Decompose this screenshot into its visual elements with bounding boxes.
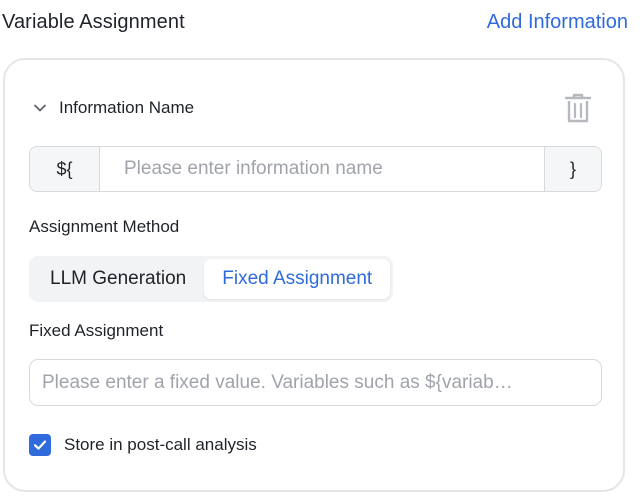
information-name-field: ${ }: [29, 146, 602, 192]
trash-icon[interactable]: [563, 92, 593, 124]
checkbox-checked-icon[interactable]: [29, 434, 51, 456]
information-collapse-toggle[interactable]: Information Name: [31, 96, 194, 120]
store-in-analysis-label: Store in post-call analysis: [64, 435, 257, 454]
section-title: Variable Assignment: [2, 11, 185, 33]
fixed-assignment-label: Fixed Assignment: [29, 321, 164, 340]
information-name-input[interactable]: [100, 147, 544, 191]
name-suffix-addon: }: [544, 147, 601, 191]
name-prefix-addon: ${: [30, 147, 100, 191]
store-in-analysis-option[interactable]: Store in post-call analysis: [29, 434, 257, 456]
add-information-link[interactable]: Add Information: [487, 11, 628, 34]
assignment-method-label: Assignment Method: [29, 217, 180, 236]
option-fixed-assignment[interactable]: Fixed Assignment: [204, 259, 391, 299]
chevron-down-icon[interactable]: [31, 99, 49, 117]
variable-assignment-panel: Variable Assignment Add Information Info…: [0, 0, 640, 502]
information-card: Information Name ${ } Assignment Method …: [3, 58, 625, 492]
section-header: Variable Assignment Add Information: [0, 0, 640, 44]
information-name-title: Information Name: [59, 98, 195, 117]
option-llm-generation[interactable]: LLM Generation: [32, 259, 204, 299]
assignment-method-segmented: LLM Generation Fixed Assignment: [29, 256, 394, 302]
fixed-value-input[interactable]: [29, 359, 602, 406]
